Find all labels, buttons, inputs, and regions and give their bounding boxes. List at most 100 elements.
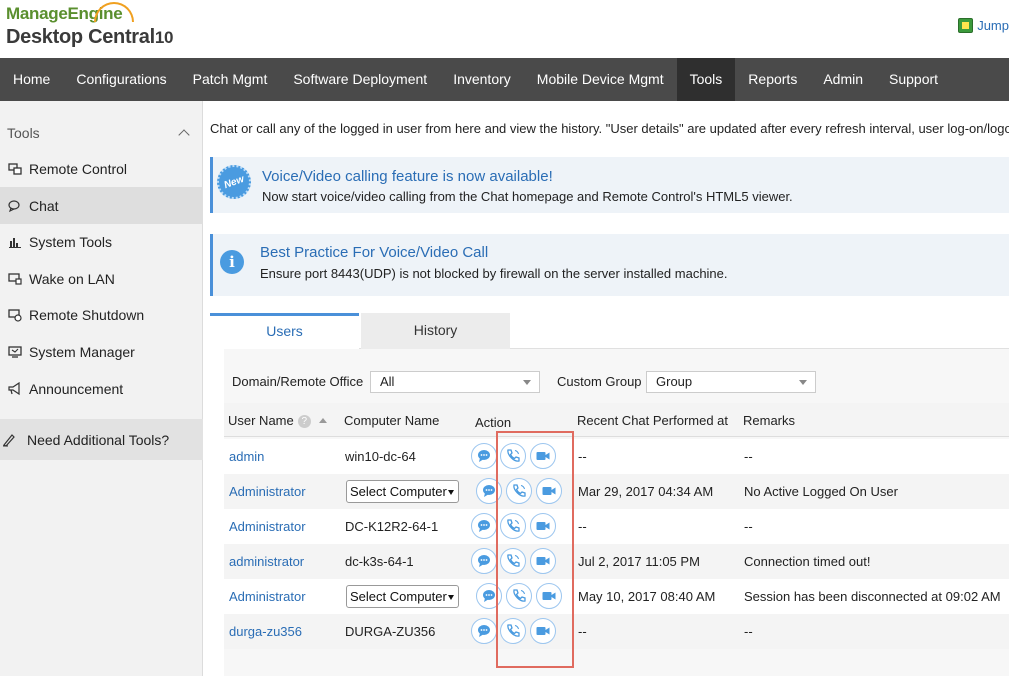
sidebar-item-system-tools[interactable]: System Tools	[0, 223, 203, 260]
table-header: User Name? Computer Name Action Recent C…	[224, 403, 1009, 437]
sidebar-item-wake-on-lan[interactable]: Wake on LAN	[0, 260, 203, 297]
column-action: Action	[475, 415, 512, 430]
need-additional-tools[interactable]: Need Additional Tools?	[0, 419, 203, 460]
banner-text: Ensure port 8443(UDP) is not blocked by …	[260, 266, 728, 281]
chat-icon	[476, 448, 492, 464]
sidebar-item-label: System Tools	[29, 233, 112, 250]
voice-call-button[interactable]	[500, 513, 526, 539]
video-call-button[interactable]	[530, 513, 556, 539]
column-user-name[interactable]: User Name?	[228, 413, 327, 428]
new-badge: New	[212, 160, 256, 204]
sidebar-item-label: Chat	[29, 197, 59, 214]
tab-users[interactable]: Users	[210, 313, 359, 349]
nav-home[interactable]: Home	[0, 58, 63, 101]
computer-name: DC-K12R2-64-1	[345, 519, 439, 534]
nav-support[interactable]: Support	[876, 58, 951, 101]
chevron-down-icon	[448, 490, 454, 495]
remark-text: No Active Logged On User	[744, 484, 898, 499]
chat-icon	[476, 623, 492, 639]
chat-button[interactable]	[471, 618, 497, 644]
remark-text: Session has been disconnected at 09:02 A…	[744, 589, 1001, 604]
voice-call-button[interactable]	[506, 478, 532, 504]
custom-group-select[interactable]: Group	[646, 371, 816, 393]
tab-history[interactable]: History	[361, 313, 510, 349]
video-camera-icon	[535, 553, 551, 569]
remark-text: --	[744, 519, 753, 534]
jump-link[interactable]: Jump	[958, 18, 1009, 33]
user-name-link[interactable]: administrator	[229, 544, 304, 579]
sidebar-item-system-manager[interactable]: System Manager	[0, 333, 203, 370]
product-logo[interactable]: ManageEngine Desktop Central10	[6, 2, 173, 49]
nav-configurations[interactable]: Configurations	[63, 58, 179, 101]
remark-text: --	[744, 449, 753, 464]
computer-select[interactable]: Select Computer	[346, 480, 459, 503]
nav-reports[interactable]: Reports	[735, 58, 810, 101]
video-call-button[interactable]	[536, 478, 562, 504]
phone-icon	[511, 588, 527, 604]
sidebar-item-label: Wake on LAN	[29, 270, 115, 287]
user-name-link[interactable]: Administrator	[229, 474, 306, 509]
user-name-link[interactable]: Administrator	[229, 509, 306, 544]
sidebar-item-label: Announcement	[29, 380, 124, 397]
user-name-link[interactable]: admin	[229, 439, 264, 474]
phone-icon	[505, 623, 521, 639]
recent-chat-time: --	[578, 519, 587, 534]
voice-call-button[interactable]	[506, 583, 532, 609]
computer-select[interactable]: Select Computer	[346, 585, 459, 608]
chat-icon	[8, 199, 22, 213]
nav-mobile-device-mgmt[interactable]: Mobile Device Mgmt	[524, 58, 677, 101]
banner-text: Now start voice/video calling from the C…	[262, 189, 793, 204]
chevron-up-icon[interactable]	[178, 129, 190, 141]
recent-chat-time: --	[578, 449, 587, 464]
video-call-button[interactable]	[530, 443, 556, 469]
banner-title[interactable]: Voice/Video calling feature is now avail…	[262, 168, 553, 185]
chat-button[interactable]	[471, 443, 497, 469]
nav-software-deployment[interactable]: Software Deployment	[280, 58, 440, 101]
video-call-button[interactable]	[530, 548, 556, 574]
intro-text: Chat or call any of the logged in user f…	[210, 121, 1009, 136]
user-name-link[interactable]: Administrator	[229, 579, 306, 614]
nav-inventory[interactable]: Inventory	[440, 58, 524, 101]
sidebar-item-chat[interactable]: Chat	[0, 187, 203, 224]
phone-icon	[505, 518, 521, 534]
column-computer-name: Computer Name	[344, 413, 440, 428]
chat-button[interactable]	[476, 478, 502, 504]
logo-brand: ManageEngine	[6, 4, 123, 23]
chat-button[interactable]	[476, 583, 502, 609]
chat-button[interactable]	[471, 548, 497, 574]
table-row: admin win10-dc-64 -- --	[224, 439, 1009, 474]
computer-name: dc-k3s-64-1	[345, 554, 414, 569]
nav-tools[interactable]: Tools	[676, 58, 736, 101]
sidebar-item-remote-control[interactable]: Remote Control	[0, 150, 203, 187]
domain-select[interactable]: All	[370, 371, 540, 393]
system-manager-icon	[8, 345, 22, 359]
chat-icon	[481, 483, 497, 499]
column-remarks: Remarks	[743, 413, 796, 428]
chat-button[interactable]	[471, 513, 497, 539]
table-row: durga-zu356 DURGA-ZU356 -- --	[224, 614, 1009, 649]
computer-select-value: Select Computer	[350, 589, 447, 604]
video-call-button[interactable]	[530, 618, 556, 644]
nav-patch-mgmt[interactable]: Patch Mgmt	[180, 58, 281, 101]
voice-call-button[interactable]	[500, 548, 526, 574]
sidebar-item-announcement[interactable]: Announcement	[0, 370, 203, 407]
sidebar-item-label: Remote Control	[29, 160, 128, 177]
sort-asc-icon[interactable]	[318, 418, 327, 423]
jump-icon	[958, 18, 974, 33]
video-call-button[interactable]	[536, 583, 562, 609]
sidebar-item-label: Remote Shutdown	[29, 306, 145, 323]
remark-text: Connection timed out!	[744, 554, 871, 569]
column-label: User Name	[228, 413, 294, 428]
domain-select-value: All	[380, 374, 395, 389]
user-name-link[interactable]: durga-zu356	[229, 614, 302, 649]
voice-call-button[interactable]	[500, 618, 526, 644]
voice-call-button[interactable]	[500, 443, 526, 469]
banner-title[interactable]: Best Practice For Voice/Video Call	[260, 244, 488, 261]
sidebar-item-remote-shutdown[interactable]: Remote Shutdown	[0, 296, 203, 333]
table-row: administrator dc-k3s-64-1 Jul 2, 2017 11:0…	[224, 544, 1009, 579]
tab-bar: Users History	[210, 313, 1009, 349]
chevron-down-icon	[448, 595, 454, 600]
help-icon[interactable]: ?	[297, 415, 311, 428]
nav-admin[interactable]: Admin	[810, 58, 876, 101]
best-practice-banner: i Best Practice For Voice/Video Call Ens…	[210, 234, 1009, 296]
